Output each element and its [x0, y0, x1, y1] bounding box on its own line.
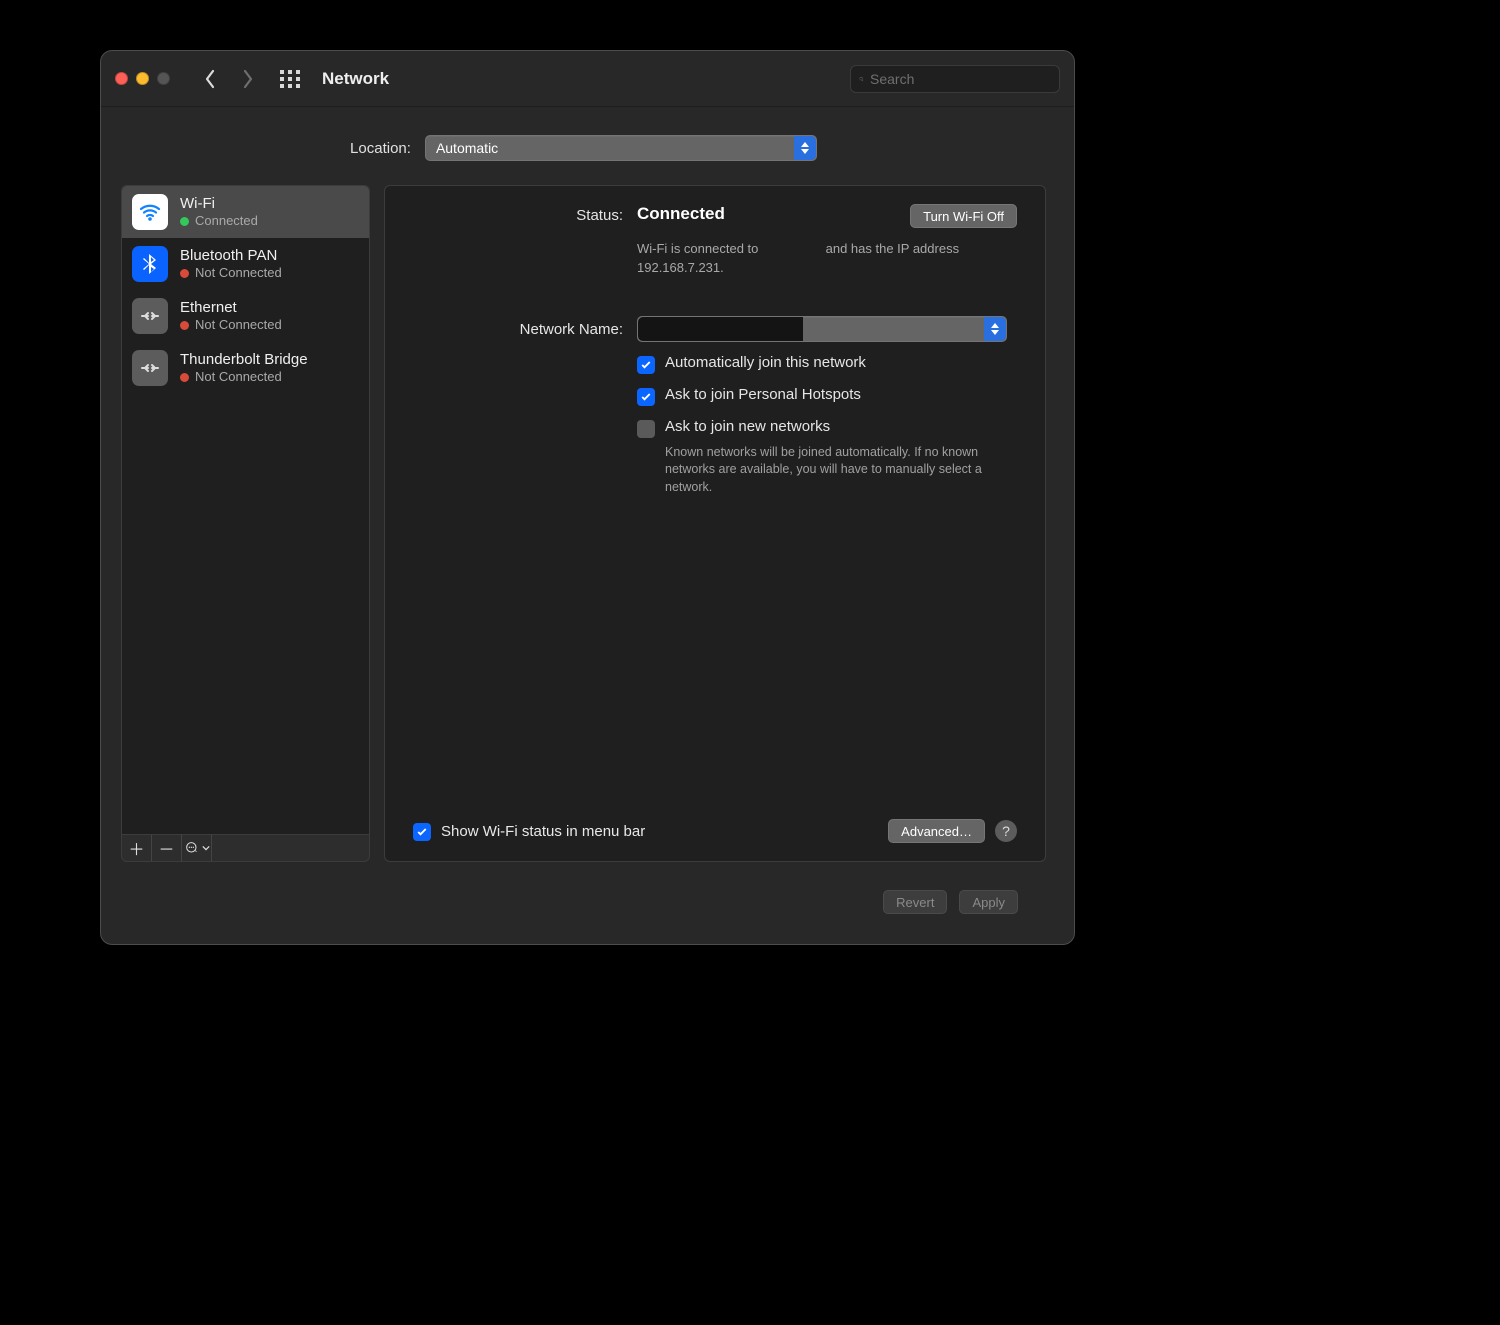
zoom-window-button [157, 72, 170, 85]
turn-wifi-off-button[interactable]: Turn Wi-Fi Off [910, 204, 1017, 228]
service-row-wifi[interactable]: Wi-Fi Connected [122, 186, 369, 238]
bluetooth-icon [132, 246, 168, 282]
minimize-window-button[interactable] [136, 72, 149, 85]
service-row-bluetooth-pan[interactable]: Bluetooth PAN Not Connected [122, 238, 369, 290]
service-actions-menu[interactable] [182, 835, 212, 861]
redacted-ssid [762, 243, 822, 256]
services-list[interactable]: Wi-Fi Connected Bluetooth PAN Not Connec… [121, 185, 370, 834]
ask-new-networks-row: Ask to join new networks Known networks … [637, 418, 1017, 497]
ask-new-networks-checkbox-row[interactable]: Ask to join new networks [637, 418, 830, 438]
status-label: Status: [413, 204, 623, 228]
remove-service-button[interactable]: － [152, 835, 182, 861]
service-status: Not Connected [195, 369, 282, 385]
ethernet-icon [132, 350, 168, 386]
forward-button [234, 65, 262, 93]
window-title: Network [322, 69, 389, 89]
service-status: Not Connected [195, 265, 282, 281]
redacted-ssid-value [638, 317, 803, 341]
revert-button: Revert [883, 890, 947, 914]
service-row-ethernet[interactable]: Ethernet Not Connected [122, 290, 369, 342]
location-value: Automatic [436, 140, 498, 156]
search-input[interactable] [870, 71, 1051, 87]
ask-hotspot-label: Ask to join Personal Hotspots [665, 386, 861, 403]
service-name: Bluetooth PAN [180, 247, 282, 265]
search-icon [859, 72, 864, 86]
search-field[interactable] [850, 65, 1060, 93]
location-row: Location: Automatic [121, 135, 1046, 161]
chevron-up-down-icon [794, 136, 816, 160]
wifi-icon [132, 194, 168, 230]
service-name: Ethernet [180, 299, 282, 317]
status-value: Connected [637, 204, 725, 224]
ethernet-icon [132, 298, 168, 334]
service-status: Not Connected [195, 317, 282, 333]
network-name-popup[interactable] [637, 316, 1007, 342]
ask-new-networks-help: Known networks will be joined automatica… [665, 444, 1015, 497]
checkbox-on-icon[interactable] [637, 388, 655, 406]
checkbox-off-icon[interactable] [637, 420, 655, 438]
close-window-button[interactable] [115, 72, 128, 85]
ask-new-networks-label: Ask to join new networks [665, 418, 830, 435]
add-service-button[interactable]: ＋ [122, 835, 152, 861]
back-button[interactable] [196, 65, 224, 93]
location-popup[interactable]: Automatic [425, 135, 817, 161]
help-button[interactable]: ? [995, 820, 1017, 842]
show-wifi-status-label: Show Wi-Fi status in menu bar [441, 823, 645, 840]
window-footer: Revert Apply [121, 862, 1046, 932]
auto-join-checkbox-row[interactable]: Automatically join this network [637, 354, 1017, 374]
services-sidebar: Wi-Fi Connected Bluetooth PAN Not Connec… [121, 185, 370, 862]
service-row-thunderbolt-bridge[interactable]: Thunderbolt Bridge Not Connected [122, 342, 369, 394]
traffic-lights [115, 72, 170, 85]
location-label: Location: [350, 140, 411, 157]
apply-button: Apply [959, 890, 1018, 914]
service-detail-panel: Status: Connected Turn Wi-Fi Off Wi-Fi i… [384, 185, 1046, 862]
service-status: Connected [195, 213, 258, 229]
status-dot-icon [180, 217, 189, 226]
ask-hotspot-checkbox-row[interactable]: Ask to join Personal Hotspots [637, 386, 1017, 406]
chevron-up-down-icon [984, 317, 1006, 341]
status-explanation: Wi-Fi is connected to and has the IP add… [637, 240, 1017, 278]
auto-join-label: Automatically join this network [665, 354, 866, 371]
window-toolbar: Network [101, 51, 1074, 107]
service-name: Wi-Fi [180, 195, 258, 213]
checkbox-on-icon[interactable] [413, 823, 431, 841]
advanced-button[interactable]: Advanced… [888, 819, 985, 843]
status-dot-icon [180, 373, 189, 382]
checkbox-on-icon[interactable] [637, 356, 655, 374]
show-all-icon[interactable] [278, 67, 302, 91]
services-list-toolbar: ＋ － [121, 834, 370, 862]
network-preferences-window: Network Location: Automatic [100, 50, 1075, 945]
service-name: Thunderbolt Bridge [180, 351, 308, 369]
status-dot-icon [180, 321, 189, 330]
window-content: Location: Automatic Wi-Fi Connected [101, 107, 1074, 944]
network-name-label: Network Name: [413, 316, 623, 342]
status-dot-icon [180, 269, 189, 278]
